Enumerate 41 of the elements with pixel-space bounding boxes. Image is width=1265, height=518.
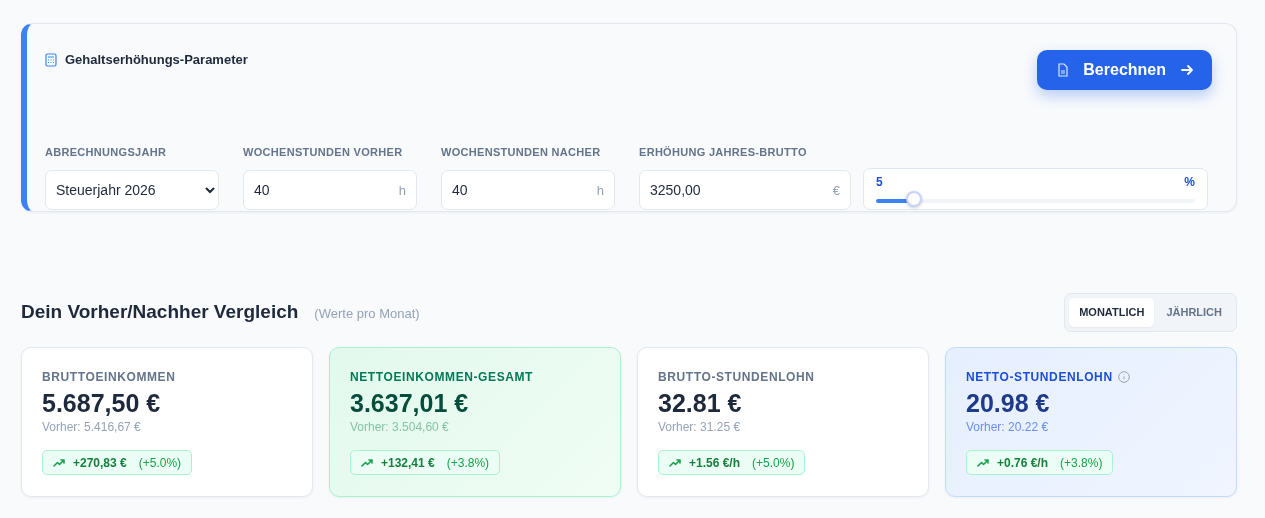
trend-up-icon <box>977 458 989 467</box>
info-icon[interactable] <box>1117 371 1130 383</box>
section-title: Dein Vorher/Nachher Vergleich <box>21 301 299 323</box>
change-badge: +132,41 € (+3.8%) <box>350 450 501 475</box>
card-value: 3.637,01 € <box>350 389 469 418</box>
calculator-icon <box>45 52 57 67</box>
previous-value: Vorher: 5.416,67 € <box>42 420 141 434</box>
period-tab[interactable]: JÄHRLICH <box>1156 297 1232 327</box>
period-tab[interactable]: MONATLICH <box>1069 297 1155 327</box>
input-field[interactable]: 40 h <box>243 170 417 210</box>
year-select[interactable]: Steuerjahr 2026 <box>45 170 219 210</box>
card-value: 5.687,50 € <box>42 389 161 418</box>
previous-value: Vorher: 31.25 € <box>658 420 741 434</box>
document-icon <box>1057 63 1070 77</box>
field-label: WOCHENSTUNDEN VORHER <box>243 146 404 158</box>
field-label: ABRECHNUNGSJAHR <box>45 146 168 158</box>
field-label: ERHÖHUNG JAHRES-BRUTTO <box>639 146 808 158</box>
change-badge: +270,83 € (+5.0%) <box>42 450 193 475</box>
slider-value: 5 <box>876 175 883 189</box>
trend-up-icon <box>361 458 373 467</box>
card-label: NETTOEINKOMMEN-GESAMT <box>350 370 534 384</box>
card-value: 20.98 € <box>966 389 1050 418</box>
section-subtitle: (Werte pro Monat) <box>314 306 420 321</box>
card-label: NETTO-STUNDENLOHN <box>966 370 1113 384</box>
panel-title: Gehaltserhöhungs-Parameter <box>65 52 248 67</box>
calculate-button[interactable]: Berechnen <box>1037 50 1212 90</box>
arrow-right-icon <box>1180 63 1194 77</box>
previous-value: Vorher: 20.22 € <box>966 420 1049 434</box>
field-label: WOCHENSTUNDEN NACHER <box>441 146 602 158</box>
change-badge: +0.76 €/h (+3.8%) <box>966 450 1114 475</box>
trend-up-icon <box>669 458 681 467</box>
card-value: 32.81 € <box>658 389 742 418</box>
slider-thumb[interactable] <box>906 191 923 207</box>
trend-up-icon <box>53 458 65 467</box>
card-label: BRUTTO-STUNDENLOHN <box>658 370 815 384</box>
input-field[interactable]: 3250,00 € <box>639 170 851 210</box>
card-label: BRUTTOEINKOMMEN <box>42 370 176 384</box>
percent-unit: % <box>1184 175 1195 189</box>
change-badge: +1.56 €/h (+5.0%) <box>658 450 806 475</box>
input-field[interactable]: 40 h <box>441 170 615 210</box>
previous-value: Vorher: 3.504,60 € <box>350 420 449 434</box>
